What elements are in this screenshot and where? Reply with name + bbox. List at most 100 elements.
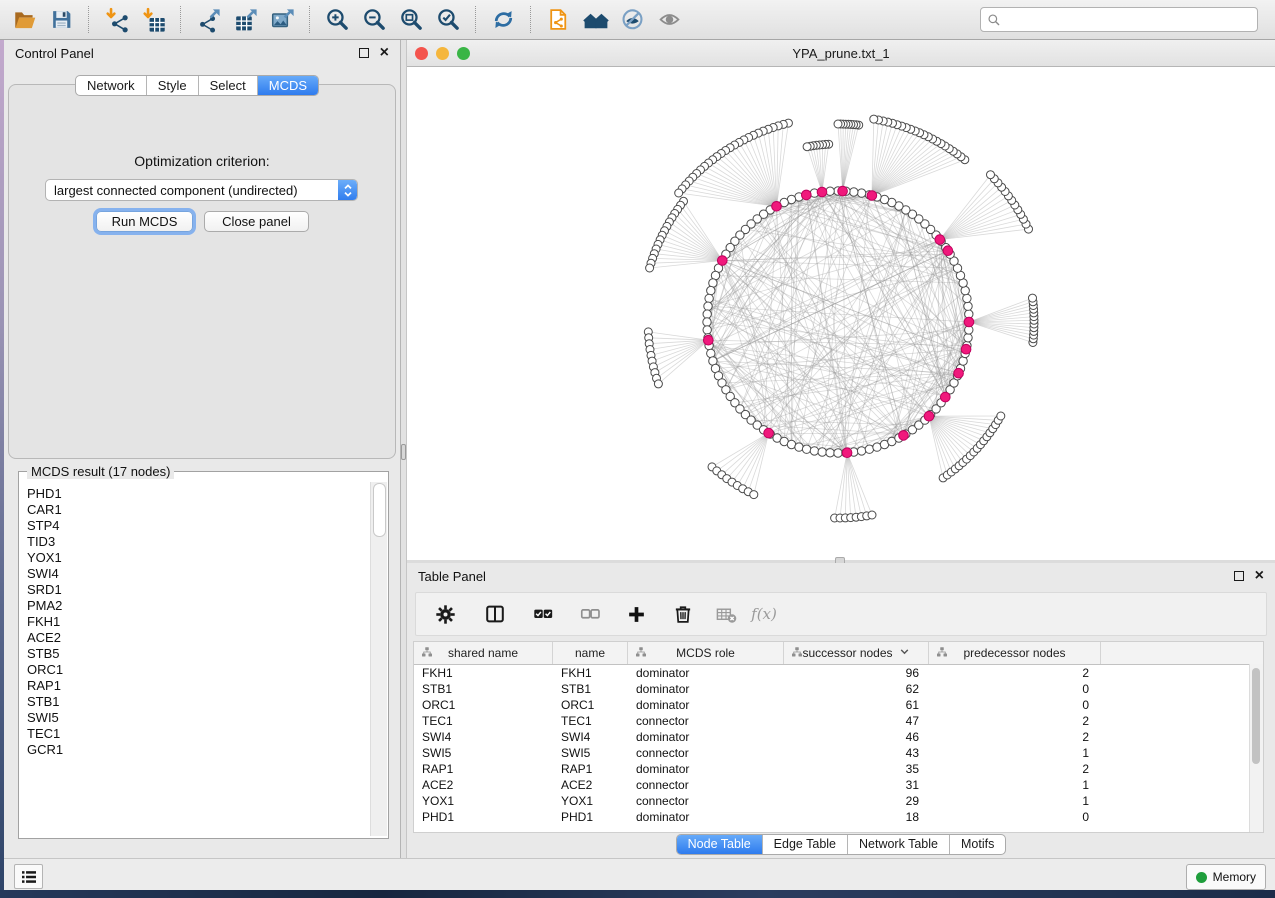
tab-mcds[interactable]: MCDS [258, 76, 318, 95]
task-list-button[interactable] [14, 864, 43, 889]
table-row[interactable]: RAP1RAP1dominator352 [414, 761, 1263, 777]
table-row[interactable]: YOX1YOX1connector291 [414, 793, 1263, 809]
mcds-result-item[interactable]: STB5 [27, 646, 370, 662]
toggle-columns-button[interactable] [480, 599, 510, 629]
import-table-button[interactable] [135, 4, 172, 36]
float-window-icon[interactable] [1234, 571, 1244, 581]
zoom-out-icon [362, 7, 387, 32]
table-cell: connector [628, 778, 784, 792]
import-network-button[interactable] [98, 4, 135, 36]
open-session-icon [12, 7, 38, 33]
table-row[interactable]: TEC1TEC1connector472 [414, 713, 1263, 729]
criterion-dropdown[interactable]: largest connected component (undirected) [45, 179, 358, 201]
mcds-result-item[interactable]: PHD1 [27, 486, 370, 502]
tab-node-table[interactable]: Node Table [677, 835, 763, 854]
search-input[interactable] [1001, 12, 1251, 28]
tab-select[interactable]: Select [199, 76, 258, 95]
table-scrollbar-thumb[interactable] [1252, 668, 1260, 764]
run-mcds-button[interactable]: Run MCDS [96, 211, 193, 232]
mcds-result-item[interactable]: SRD1 [27, 582, 370, 598]
mcds-result-item[interactable]: STP4 [27, 518, 370, 534]
mcds-result-item[interactable]: YOX1 [27, 550, 370, 566]
tab-network[interactable]: Network [76, 76, 147, 95]
mcds-result-item[interactable]: TID3 [27, 534, 370, 550]
eye-crossed-button[interactable] [614, 4, 651, 36]
column-header-name[interactable]: name [553, 642, 628, 664]
mcds-result-item[interactable]: STB1 [27, 694, 370, 710]
table-cell: dominator [628, 730, 784, 744]
close-panel-button[interactable]: Close panel [204, 211, 309, 232]
memory-button[interactable]: Memory [1186, 864, 1266, 890]
eye-button[interactable] [651, 4, 688, 36]
table-cell: 2 [929, 762, 1101, 776]
mcds-result-item[interactable]: GCR1 [27, 742, 370, 758]
column-header-shared-name[interactable]: shared name [414, 642, 553, 664]
mcds-scrollbar-thumb[interactable] [373, 483, 386, 537]
settings-gear-button[interactable] [430, 599, 460, 629]
toggle-columns-icon [484, 603, 506, 625]
mcds-list-scrollbar[interactable] [370, 482, 387, 836]
table-row[interactable]: SWI5SWI5connector431 [414, 745, 1263, 761]
mcds-result-item[interactable]: TEC1 [27, 726, 370, 742]
deselect-all-button[interactable] [575, 599, 605, 629]
mcds-result-item[interactable]: RAP1 [27, 678, 370, 694]
network-window: YPA_prune.txt_1 [407, 40, 1275, 560]
function-builder-icon: f(x) [749, 602, 779, 626]
zoom-in-button[interactable] [319, 4, 356, 36]
column-header-predecessor-nodes[interactable]: predecessor nodes [929, 642, 1101, 664]
table-row[interactable]: STB1STB1dominator620 [414, 681, 1263, 697]
mcds-result-item[interactable]: PMA2 [27, 598, 370, 614]
select-all-button[interactable] [528, 599, 558, 629]
tab-motifs[interactable]: Motifs [950, 835, 1005, 854]
network-canvas[interactable] [407, 67, 1275, 560]
table-row[interactable]: ACE2ACE2connector311 [414, 777, 1263, 793]
mcds-result-item[interactable]: ORC1 [27, 662, 370, 678]
mcds-result-item[interactable]: CAR1 [27, 502, 370, 518]
export-table-button[interactable] [227, 4, 264, 36]
home-button[interactable] [577, 4, 614, 36]
table-scrollbar[interactable] [1249, 664, 1263, 832]
table-panel: Table Panel × f(x) shared namenameMCDS r… [407, 563, 1275, 858]
mcds-result-item[interactable]: FKH1 [27, 614, 370, 630]
table-row[interactable]: FKH1FKH1dominator962 [414, 665, 1263, 681]
column-header-successor-nodes[interactable]: successor nodes [784, 642, 929, 664]
zoom-selected-button[interactable] [430, 4, 467, 36]
open-session-button[interactable] [6, 4, 43, 36]
vertical-splitter-handle[interactable] [401, 444, 406, 460]
zoom-out-button[interactable] [356, 4, 393, 36]
zoom-fit-button[interactable] [393, 4, 430, 36]
table-row[interactable]: ORC1ORC1dominator610 [414, 697, 1263, 713]
table-row[interactable]: PHD1PHD1dominator180 [414, 809, 1263, 825]
search-box[interactable] [980, 7, 1258, 32]
tab-edge-table[interactable]: Edge Table [763, 835, 848, 854]
table-cell: 96 [784, 666, 929, 680]
save-session-button[interactable] [43, 4, 80, 36]
mcds-result-item[interactable]: SWI4 [27, 566, 370, 582]
mcds-result-item[interactable]: ACE2 [27, 630, 370, 646]
add-row-button[interactable] [621, 599, 651, 629]
delete-table-icon [715, 603, 738, 626]
memory-status-icon [1196, 872, 1207, 883]
column-type-icon [936, 646, 948, 661]
delete-row-button[interactable] [668, 599, 698, 629]
column-header-MCDS-role[interactable]: MCDS role [628, 642, 784, 664]
vertical-splitter[interactable] [400, 40, 407, 858]
tab-network-table[interactable]: Network Table [848, 835, 950, 854]
export-network-button[interactable] [190, 4, 227, 36]
export-image-button[interactable] [264, 4, 301, 36]
tab-style[interactable]: Style [147, 76, 199, 95]
apply-layout-button[interactable] [485, 4, 522, 36]
table-row[interactable]: SWI4SWI4dominator462 [414, 729, 1263, 745]
network-window-titlebar[interactable]: YPA_prune.txt_1 [407, 40, 1275, 67]
close-panel-icon[interactable]: × [380, 47, 389, 59]
mcds-result-item[interactable]: SWI5 [27, 710, 370, 726]
table-cell: STB1 [414, 682, 553, 696]
main-toolbar [0, 0, 1275, 40]
network-file-button[interactable] [540, 4, 577, 36]
close-panel-icon[interactable]: × [1255, 570, 1264, 582]
network-file-icon [546, 7, 571, 32]
float-window-icon[interactable] [359, 48, 369, 58]
network-graph[interactable] [407, 67, 1275, 560]
table-cell: ACE2 [414, 778, 553, 792]
table-cell: 2 [929, 714, 1101, 728]
